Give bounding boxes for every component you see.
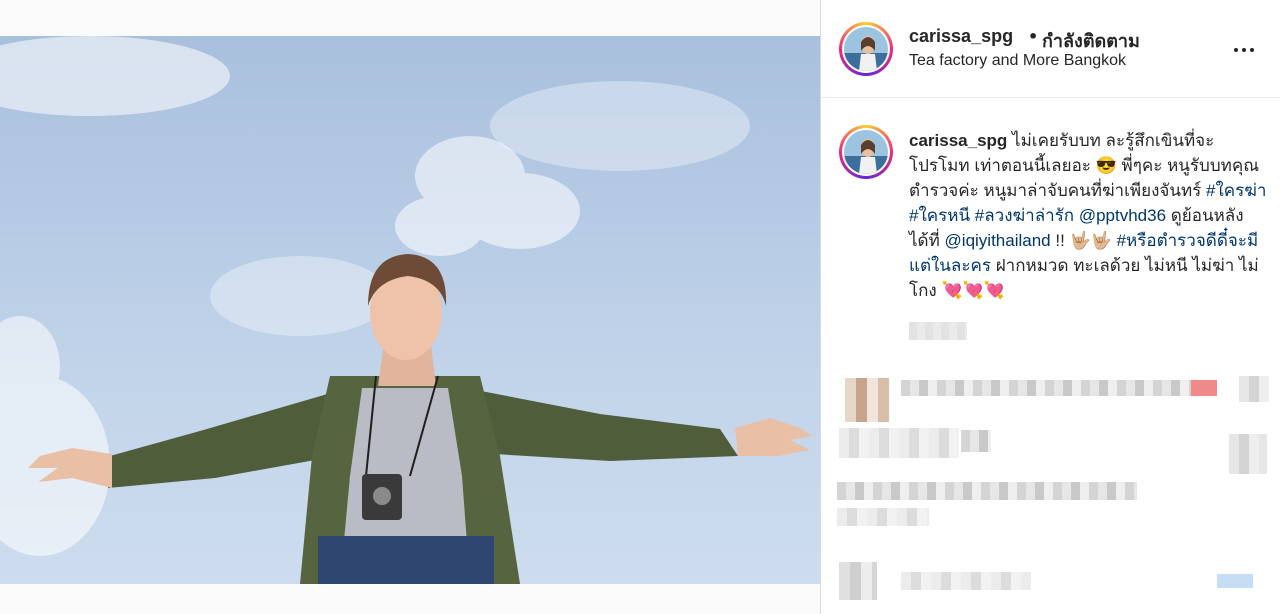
post-caption: carissa_spg ไม่เคยรับบท ละรู้สึกเขินที่จ… (909, 128, 1269, 303)
comment-text-pixelated (837, 508, 929, 526)
avatar-picture (844, 27, 888, 71)
comment-text-pixelated (901, 572, 1031, 590)
post-header: carissa_spg • กำลังติดตาม Tea factory an… (821, 0, 1280, 98)
more-dot (1234, 48, 1238, 52)
author-username[interactable]: carissa_spg (909, 26, 1013, 47)
comment-like-icon-pixelated (1229, 434, 1267, 474)
comment-like-icon-pixelated (1239, 376, 1269, 402)
caption-username[interactable]: carissa_spg (909, 131, 1007, 150)
comment-avatar-pixelated (845, 378, 889, 422)
avatar-picture (844, 130, 888, 174)
caption-author-avatar[interactable] (839, 125, 893, 179)
post-photo-illustration (0, 36, 812, 584)
comment-pixelated (821, 368, 1280, 458)
comment-meta-pixelated (961, 430, 991, 452)
post-side-panel: carissa_spg • กำลังติดตาม Tea factory an… (821, 0, 1280, 614)
following-button[interactable]: กำลังติดตาม (1042, 26, 1140, 55)
comment-text-pixelated (901, 380, 1191, 396)
comment-text-pixelated (837, 482, 1137, 500)
post-photo[interactable] (0, 36, 820, 584)
caption-mention[interactable]: @iqiyithailand (945, 231, 1051, 250)
post-location[interactable]: Tea factory and More Bangkok (909, 52, 1126, 70)
post-media-area (0, 0, 820, 614)
comment-pixelated (821, 434, 1280, 538)
comment-link-pixelated (1217, 574, 1253, 588)
more-options-icon[interactable] (1233, 38, 1257, 62)
more-dot (1242, 48, 1246, 52)
comment-pixelated (821, 556, 1280, 606)
comment-emoji-pixelated (1191, 380, 1217, 396)
caption-timestamp-pixelated (909, 322, 967, 340)
comment-meta-pixelated (839, 428, 959, 458)
caption-mention[interactable]: @pptvhd36 (1079, 206, 1166, 225)
comment-avatar-pixelated (839, 562, 877, 600)
more-dot (1250, 48, 1254, 52)
header-separator: • (1028, 27, 1039, 46)
author-avatar[interactable] (839, 22, 893, 76)
caption-text: !! 🤟🏼🤟🏼 (1050, 231, 1117, 250)
